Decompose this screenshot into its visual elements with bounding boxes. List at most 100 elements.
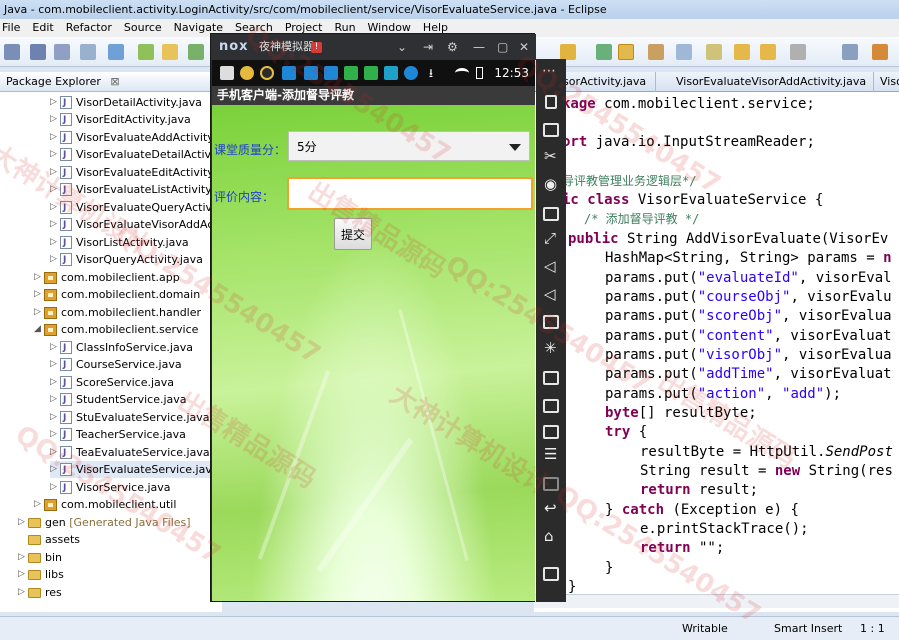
multi-instance-icon[interactable] xyxy=(543,425,559,439)
menu-source[interactable]: Source xyxy=(124,19,162,37)
volume-down-icon[interactable]: ◁ xyxy=(544,285,556,303)
open-icon[interactable] xyxy=(560,44,576,60)
horizontal-scrollbar[interactable] xyxy=(534,594,899,608)
volume-up-icon[interactable]: ◁ xyxy=(544,257,556,275)
clean-icon[interactable] xyxy=(108,44,124,60)
back-dropdown-icon[interactable] xyxy=(760,44,776,60)
tree-item[interactable]: ▷VisorEditActivity.java xyxy=(50,111,191,129)
pin-icon[interactable] xyxy=(676,44,692,60)
download-icon: ⭳ xyxy=(428,66,434,80)
tree-package[interactable]: ▷ com.mobileclient.handler xyxy=(34,304,201,321)
screen-icon[interactable] xyxy=(543,207,559,221)
tree-item[interactable]: ▷VisorEvaluateEditActivity.java xyxy=(50,164,222,182)
score-select[interactable]: 5分 xyxy=(288,131,530,161)
app-icon[interactable] xyxy=(543,477,559,491)
java-file-icon xyxy=(60,340,72,357)
tree-item[interactable]: ▷TeacherService.java xyxy=(50,426,186,444)
annotation-icon[interactable] xyxy=(648,44,664,60)
tree-item[interactable]: ▷TeaEvaluateService.java xyxy=(50,444,210,462)
editor-tab-bar: isorActivity.java VisorEvaluateVisorAddA… xyxy=(534,72,899,92)
package-explorer-title: Package Explorer xyxy=(6,75,101,88)
highlight-icon[interactable] xyxy=(618,44,634,60)
tree-item[interactable]: ▷VisorEvaluateDetailActivity.java xyxy=(50,146,222,164)
tree-package[interactable]: ▷ com.mobileclient.domain xyxy=(34,286,200,303)
menu-refactor[interactable]: Refactor xyxy=(66,19,112,37)
tree-item[interactable]: ▷CourseService.java xyxy=(50,356,182,374)
tree-item[interactable]: ▷ClassInfoService.java xyxy=(50,339,193,357)
chevron-down-icon[interactable]: ⌄ xyxy=(397,34,407,60)
tree-item[interactable]: ▷VisorDetailActivity.java xyxy=(50,94,202,112)
more-icon[interactable]: ⋯ xyxy=(542,63,556,79)
back-icon[interactable] xyxy=(734,44,750,60)
tree-folder[interactable]: assets xyxy=(18,531,80,548)
tree-item[interactable]: ▷StudentService.java xyxy=(50,391,187,409)
java-perspective-icon[interactable] xyxy=(872,44,888,60)
code-comment: 导评教管理业务逻辑层*/ xyxy=(562,174,697,188)
tree-package[interactable]: ◢ com.mobileclient.service xyxy=(34,321,198,338)
macro-icon[interactable] xyxy=(543,371,559,385)
save-icon[interactable] xyxy=(30,44,46,60)
tree-item-selected[interactable]: ▷VisorEvaluateService.java xyxy=(50,461,219,479)
submit-button[interactable]: 提交 xyxy=(334,218,372,250)
gear-icon[interactable]: ⚙ xyxy=(447,34,458,60)
recent-apps-icon[interactable] xyxy=(543,567,559,581)
home-icon[interactable]: ⌂ xyxy=(544,527,554,545)
print-icon[interactable] xyxy=(80,44,96,60)
tree-item[interactable]: ▷VisorEvaluateAddActivity.java xyxy=(50,129,222,147)
java-file-icon xyxy=(60,147,72,164)
tree-folder[interactable]: ▷ libs xyxy=(18,566,64,583)
editor-tab-active[interactable]: Viso xyxy=(874,72,899,92)
menu-file[interactable]: File xyxy=(2,19,20,37)
fullscreen-icon[interactable]: ⤢ xyxy=(544,229,556,247)
content-input[interactable] xyxy=(287,177,533,210)
code-line: ic class VisorEvaluateService { xyxy=(562,192,824,208)
keyboard-icon[interactable] xyxy=(543,123,559,137)
phone-icon[interactable] xyxy=(545,95,557,109)
perspective-icon[interactable] xyxy=(842,44,858,60)
pin-icon[interactable]: ⇥ xyxy=(423,34,433,60)
package-explorer-header[interactable]: Package Explorer ⊠ xyxy=(0,72,222,92)
tree-item[interactable]: ▷VisorEvaluateListActivity.java xyxy=(50,181,222,199)
menu-edit[interactable]: Edit xyxy=(32,19,53,37)
tree-folder[interactable]: ▷ gen [Generated Java Files] xyxy=(18,514,191,531)
tree-package[interactable]: ▷ com.mobileclient.app xyxy=(34,269,180,286)
close-icon[interactable]: ✕ xyxy=(519,34,529,60)
menu-icon[interactable]: ☰ xyxy=(544,445,557,463)
tree-item[interactable]: ▷VisorService.java xyxy=(50,479,171,497)
tree-folder[interactable]: ▷ bin xyxy=(18,549,62,566)
code-line: return result; xyxy=(640,482,759,498)
last-edit-icon[interactable] xyxy=(706,44,722,60)
loading-icon[interactable]: ✳ xyxy=(544,339,557,357)
forward-icon[interactable] xyxy=(790,44,806,60)
open-type-icon[interactable] xyxy=(162,44,178,60)
tree-item[interactable]: ▷VisorEvaluateQueryActivity.java xyxy=(50,199,222,217)
editor-tab[interactable]: VisorEvaluateVisorAddActivity.java xyxy=(656,72,874,92)
tree-item[interactable]: ▷VisorListActivity.java xyxy=(50,234,189,252)
tree-item[interactable]: ▷VisorQueryActivity.java xyxy=(50,251,203,269)
location-icon[interactable]: ◉ xyxy=(544,175,557,193)
folder-icon xyxy=(28,534,41,545)
minimize-icon[interactable]: — xyxy=(473,34,485,60)
tree-item[interactable]: ▷VisorEvaluateVisorAddActivity.java xyxy=(50,216,222,234)
status-bar: Writable Smart Insert 1 : 1 xyxy=(0,616,899,640)
tree-package[interactable]: ▷ com.mobileclient.util xyxy=(34,496,176,513)
alert-badge-icon[interactable]: ! xyxy=(311,42,322,53)
notification-icon xyxy=(384,66,398,80)
back-icon[interactable]: ↩ xyxy=(544,499,557,517)
save-all-icon[interactable] xyxy=(54,44,70,60)
search-icon[interactable] xyxy=(596,44,612,60)
apk-install-icon[interactable] xyxy=(543,315,559,329)
tree-item[interactable]: ▷StuEvaluateService.java xyxy=(50,409,210,427)
new-icon[interactable] xyxy=(4,44,20,60)
task-icon[interactable] xyxy=(188,44,204,60)
close-icon[interactable]: ⊠ xyxy=(110,75,119,88)
scissors-icon[interactable]: ✂ xyxy=(544,147,557,165)
build-icon[interactable] xyxy=(138,44,154,60)
tree-folder[interactable]: ▷ res xyxy=(18,584,62,601)
maximize-icon[interactable]: ▢ xyxy=(497,34,508,60)
status-insert-mode: Smart Insert xyxy=(774,622,843,635)
tree-item[interactable]: ▷ScoreService.java xyxy=(50,374,174,392)
code-editor[interactable]: kage com.mobileclient.service; ort java.… xyxy=(534,92,899,612)
java-file-icon xyxy=(60,235,72,252)
video-icon[interactable] xyxy=(543,399,559,413)
